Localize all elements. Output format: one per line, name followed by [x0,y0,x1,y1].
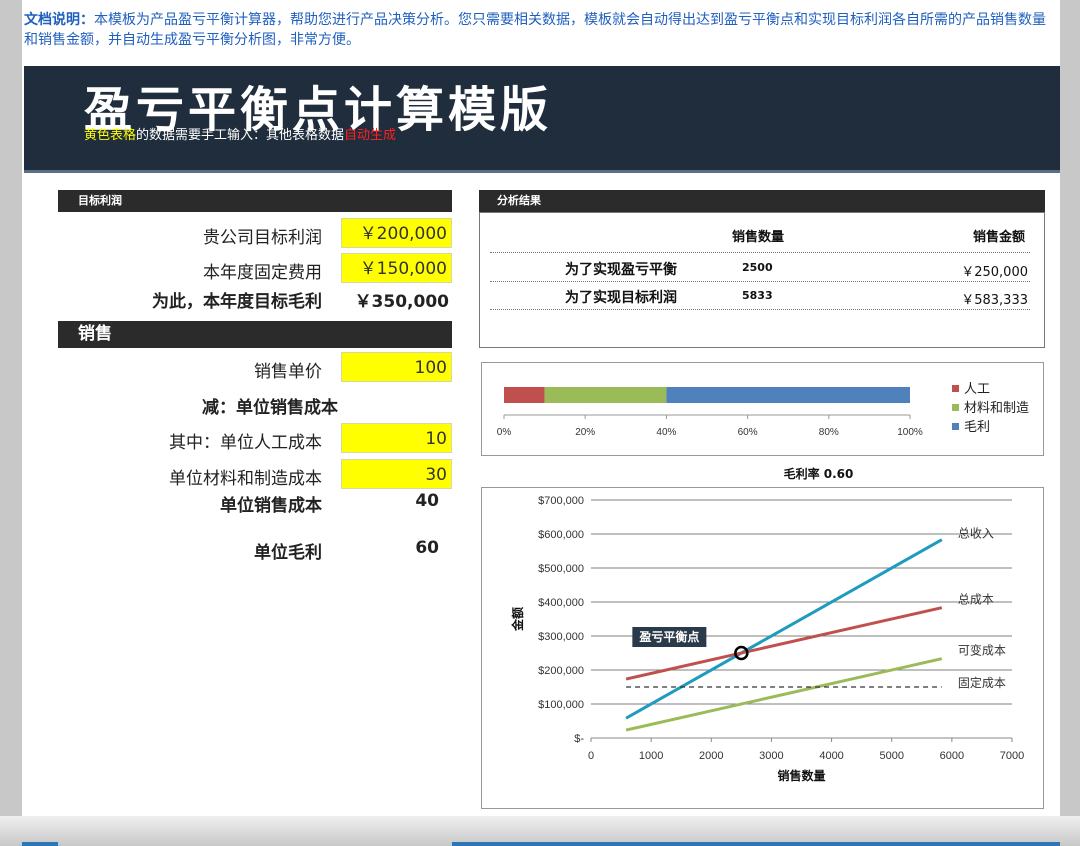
target-profit-label: 贵公司目标利润 [203,228,322,248]
x-tick-label: 60% [738,427,758,438]
x-tick-label: 100% [897,427,923,438]
breakeven-callout-label: 盈亏平衡点 [638,629,699,644]
col-qty-header: 销售数量 [732,230,785,245]
x-tick-label: 2000 [699,750,723,762]
fixed-cost-input[interactable]: ￥150,000 [341,253,452,283]
unit-sales-cost-value: 40 [415,491,439,511]
target-amount: ￥583,333 [961,293,1028,308]
legend-label: 材料和制造 [964,401,1029,416]
x-tick-label: 40% [656,427,676,438]
x-axis-label: 销售数量 [777,768,825,783]
unit-material-cost-label: 单位材料和制造成本 [169,469,322,489]
target-qty: 5833 [742,289,773,302]
target-gross-margin-label: 为此，本年度目标毛利 [152,292,322,312]
target-gross-margin-value: ￥350,000 [354,292,449,312]
x-tick-label: 3000 [759,750,783,762]
y-tick-label: $100,000 [538,699,584,711]
legend-swatch [952,423,959,430]
bar-segment-labor [504,387,545,403]
chart-title: 毛利率 0.60 [783,467,854,481]
hint-yellow: 黄色表格 [84,128,137,143]
y-axis-label: 金额 [510,607,525,632]
legend-swatch [952,404,959,411]
less-unit-cost-label: 减：单位销售成本 [202,398,338,418]
legend-label: 毛利 [964,420,990,435]
breakeven-chart: $- $100,000 $200,000 $300,000 $400,000 $500,0… [481,487,1044,809]
row-divider [490,252,1030,253]
row-divider [490,281,1030,282]
scroll-accent [452,842,1060,846]
unit-sales-cost-label: 单位销售成本 [220,496,322,516]
fixed-cost-label: 本年度固定费用 [203,263,322,283]
unit-material-cost-input[interactable]: 30 [341,459,452,489]
sales-heading: 销售 [58,321,452,348]
doc-note: 文档说明：本模板为产品盈亏平衡计算器，帮助您进行产品决策分析。您只需要相关数据，… [24,10,1054,50]
title-banner: 盈亏平衡点计算模版 黄色表格的数据需要手工输入：其他表格数据自动生成 [24,66,1060,173]
legend-label: 人工 [964,382,990,397]
breakeven-qty: 2500 [742,261,773,274]
target-profit-heading: 目标利润 [58,190,452,212]
x-tick-label: 7000 [1000,750,1024,762]
row-divider [490,309,1030,310]
doc-note-label: 文档说明： [24,12,94,28]
col-amount-header: 销售金额 [973,230,1026,245]
series-label: 总成本 [958,593,994,607]
y-tick-label: $300,000 [538,631,584,643]
x-tick-label: 0 [588,750,594,762]
unit-margin-label: 单位毛利 [254,543,322,563]
window-frame-left [0,0,22,846]
x-tick-label: 80% [819,427,839,438]
bar-segment-material [544,387,667,403]
scroll-accent [22,842,58,846]
y-tick-label: $200,000 [538,665,584,677]
x-tick-label: 1000 [639,750,663,762]
x-tick-label: 5000 [879,750,903,762]
input-hint: 黄色表格的数据需要手工输入：其他表格数据自动生成 [84,124,396,143]
y-tick-label: $600,000 [538,529,584,541]
x-tick-label: 6000 [940,750,964,762]
y-tick-label: $400,000 [538,597,584,609]
series-label: 可变成本 [958,643,1006,658]
unit-labor-cost-label: 其中：单位人工成本 [169,433,322,453]
target-row-label: 为了实现目标利润 [565,290,677,306]
unit-labor-cost-input[interactable]: 10 [341,423,452,453]
breakeven-amount: ￥250,000 [961,265,1028,280]
legend-swatch [952,385,959,392]
x-tick-label: 4000 [819,750,843,762]
cost-structure-svg: 0% 20% 40% 60% 80% 100% 人工材料和制造毛利 [497,382,1029,438]
window-frame-right [1060,0,1080,846]
breakeven-row-label: 为了实现盈亏平衡 [565,262,677,278]
breakeven-svg: $- $100,000 $200,000 $300,000 $400,000 $500,0… [510,495,1024,783]
bar-segment-margin [666,387,910,403]
unit-price-label: 销售单价 [254,362,322,382]
hint-red: 自动生成 [344,128,397,143]
hint-mid: 的数据需要手工输入：其他表格数据 [136,128,345,143]
y-tick-label: $500,000 [538,563,584,575]
y-tick-label: $- [574,733,584,745]
doc-note-text: 本模板为产品盈亏平衡计算器，帮助您进行产品决策分析。您只需要相关数据，模板就会自… [24,12,1046,48]
window-frame-bottom [0,816,1080,846]
y-tick-label: $700,000 [538,495,584,507]
unit-margin-value: 60 [415,538,439,558]
x-tick-label: 0% [497,427,512,438]
cost-structure-chart: 0% 20% 40% 60% 80% 100% 人工材料和制造毛利 [481,362,1044,456]
series-label: 总收入 [958,527,994,541]
analysis-heading: 分析结果 [479,190,1045,212]
x-tick-label: 20% [575,427,595,438]
series-label: 固定成本 [958,675,1006,690]
unit-price-input[interactable]: 100 [341,352,452,382]
target-profit-input[interactable]: ￥200,000 [341,218,452,248]
